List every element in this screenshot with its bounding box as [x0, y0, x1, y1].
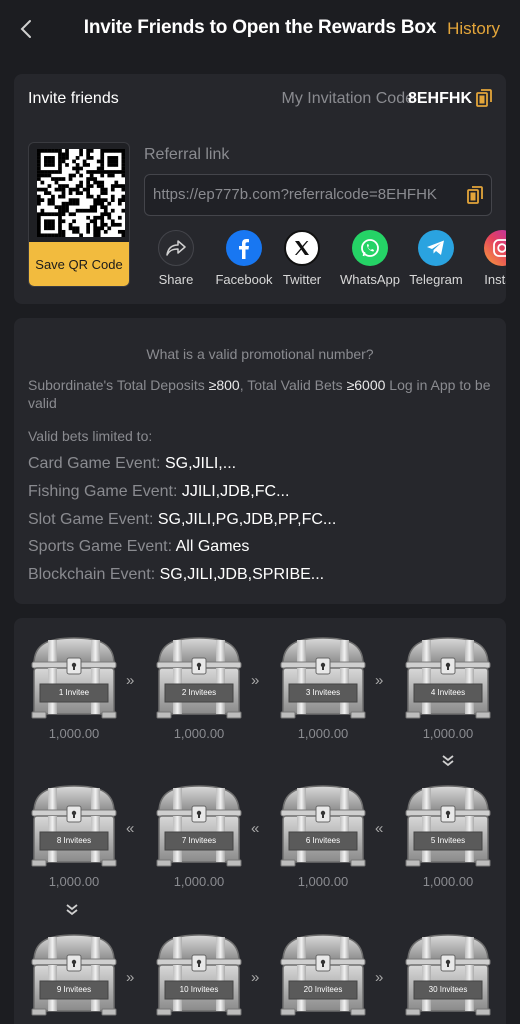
chest-reward-amount: 1,000.00	[48, 726, 100, 741]
event-name: Blockchain Event:	[28, 566, 160, 583]
chest-invitee-label: 4 Invitees	[430, 688, 466, 697]
chest-invitee-label: 7 Invitees	[181, 836, 217, 845]
invitation-code-value: 8EHFHK	[407, 90, 472, 107]
chest-invitee-label: 30 Invitees	[428, 985, 468, 994]
share-icon	[158, 230, 194, 266]
reward-chest[interactable]: 8 Invitees	[28, 782, 120, 868]
event-name: Sports Game Event:	[28, 538, 176, 555]
bets-threshold: ≥6000	[346, 377, 386, 393]
chest-reward-amount: 1,000.00	[422, 874, 474, 889]
right-chevrons-icon: »	[251, 672, 260, 689]
facebook-icon	[226, 230, 262, 266]
event-sports-game: Sports Game Event: All Games	[28, 538, 249, 556]
reward-chest[interactable]: 20 Invitees	[277, 931, 369, 1017]
chest-invitee-label: 2 Invitees	[181, 688, 217, 697]
reward-chest[interactable]: 6 Invitees	[277, 782, 369, 868]
reward-chest[interactable]: 4 Invitees	[402, 634, 494, 720]
event-slot-game: Slot Game Event: SG,JILI,PG,JDB,PP,FC...	[28, 511, 336, 529]
share-item-instagram[interactable]: Instag	[462, 230, 506, 287]
event-blockchain: Blockchain Event: SG,JILI,JDB,SPRIBE...	[28, 566, 324, 584]
invite-card: Invite friends My Invitation Code 8EHFHK…	[14, 74, 506, 304]
rules-question: What is a valid promotional number?	[146, 346, 374, 362]
chest-reward-amount: 1,000.00	[173, 874, 225, 889]
event-name: Slot Game Event:	[28, 511, 158, 528]
event-value: All Games	[175, 538, 250, 555]
condition-text-1: Subordinate's Total Deposits	[28, 377, 209, 393]
twitter-x-icon	[284, 230, 320, 266]
down-chevrons-icon	[438, 754, 458, 768]
chest-invitee-label: 9 Invitees	[56, 985, 92, 994]
reward-chest[interactable]: 30 Invitees	[402, 931, 494, 1017]
event-card-game: Card Game Event: SG,JILI,...	[28, 455, 236, 473]
chest-invitee-label: 8 Invitees	[56, 836, 92, 845]
reward-chest[interactable]: 7 Invitees	[153, 782, 245, 868]
reward-chest[interactable]: 3 Invitees	[277, 634, 369, 720]
event-name: Card Game Event:	[28, 455, 165, 472]
chest-invitee-label: 1 Invitee	[58, 688, 90, 697]
rewards-chests-card: 1 Invitee 1,000.00 2 Invitees 1,000.00 3…	[14, 618, 506, 1024]
event-value: SG,JILI,...	[164, 455, 237, 472]
chest-invitee-label: 20 Invitees	[303, 985, 343, 994]
copy-link-icon[interactable]	[467, 186, 483, 204]
save-qr-button[interactable]: Save QR Code	[29, 242, 129, 286]
whatsapp-icon	[352, 230, 388, 266]
qr-code-image	[37, 149, 125, 237]
instagram-icon	[484, 230, 506, 266]
right-chevrons-icon: »	[375, 969, 384, 986]
chest-invitee-label: 5 Invitees	[430, 836, 466, 845]
valid-condition-text: Subordinate's Total Deposits ≥800, Total…	[28, 376, 498, 412]
share-options: Share Facebook Twitter WhatsApp Telegram	[142, 230, 506, 290]
header: Invite Friends to Open the Rewards Box H…	[0, 0, 520, 58]
right-chevrons-icon: »	[126, 672, 135, 689]
instagram-label: Instag	[484, 272, 506, 287]
chest-reward-amount: 1,000.00	[48, 874, 100, 889]
valid-bets-label: Valid bets limited to:	[28, 428, 153, 444]
reward-chest[interactable]: 9 Invitees	[28, 931, 120, 1017]
chest-reward-amount: 1,000.00	[422, 726, 474, 741]
telegram-icon	[418, 230, 454, 266]
event-name: Fishing Game Event:	[28, 483, 182, 500]
history-link[interactable]: History	[447, 19, 500, 39]
reward-chest[interactable]: 5 Invitees	[402, 782, 494, 868]
chest-reward-amount: 1,000.00	[297, 726, 349, 741]
chest-reward-amount: 1,000.00	[297, 874, 349, 889]
referral-link-text: https://ep777b.com?referralcode=8EHFHK	[153, 186, 437, 203]
page-title: Invite Friends to Open the Rewards Box	[83, 17, 437, 38]
reward-chest[interactable]: 2 Invitees	[153, 634, 245, 720]
chest-invitee-label: 10 Invitees	[179, 985, 219, 994]
left-chevrons-icon: «	[251, 820, 260, 837]
event-value: SG,JILI,JDB,SPRIBE...	[159, 566, 325, 583]
chest-invitee-label: 3 Invitees	[305, 688, 341, 697]
reward-chest[interactable]: 10 Invitees	[153, 931, 245, 1017]
event-value: JJILI,JDB,FC...	[181, 483, 290, 500]
left-chevrons-icon: «	[126, 820, 135, 837]
right-chevrons-icon: »	[375, 672, 384, 689]
chest-reward-amount: 1,000.00	[173, 726, 225, 741]
right-chevrons-icon: »	[251, 969, 260, 986]
condition-text-2: , Total Valid Bets	[239, 377, 347, 393]
right-chevrons-icon: »	[126, 969, 135, 986]
reward-chest[interactable]: 1 Invitee	[28, 634, 120, 720]
down-chevrons-icon	[62, 903, 82, 917]
event-value: SG,JILI,PG,JDB,PP,FC...	[157, 511, 337, 528]
copy-code-icon[interactable]	[476, 89, 492, 107]
deposit-threshold: ≥800	[208, 377, 240, 393]
left-chevrons-icon: «	[375, 820, 384, 837]
invitation-code-label: My Invitation Code	[281, 90, 414, 107]
referral-link-label: Referral link	[144, 146, 230, 163]
qr-code-panel: Save QR Code	[28, 142, 130, 287]
event-fishing-game: Fishing Game Event: JJILI,JDB,FC...	[28, 483, 289, 501]
rules-card: What is a valid promotional number? Subo…	[14, 318, 506, 604]
chest-invitee-label: 6 Invitees	[305, 836, 341, 845]
invite-friends-label: Invite friends	[28, 90, 119, 107]
referral-link-field[interactable]: https://ep777b.com?referralcode=8EHFHK	[144, 174, 492, 216]
